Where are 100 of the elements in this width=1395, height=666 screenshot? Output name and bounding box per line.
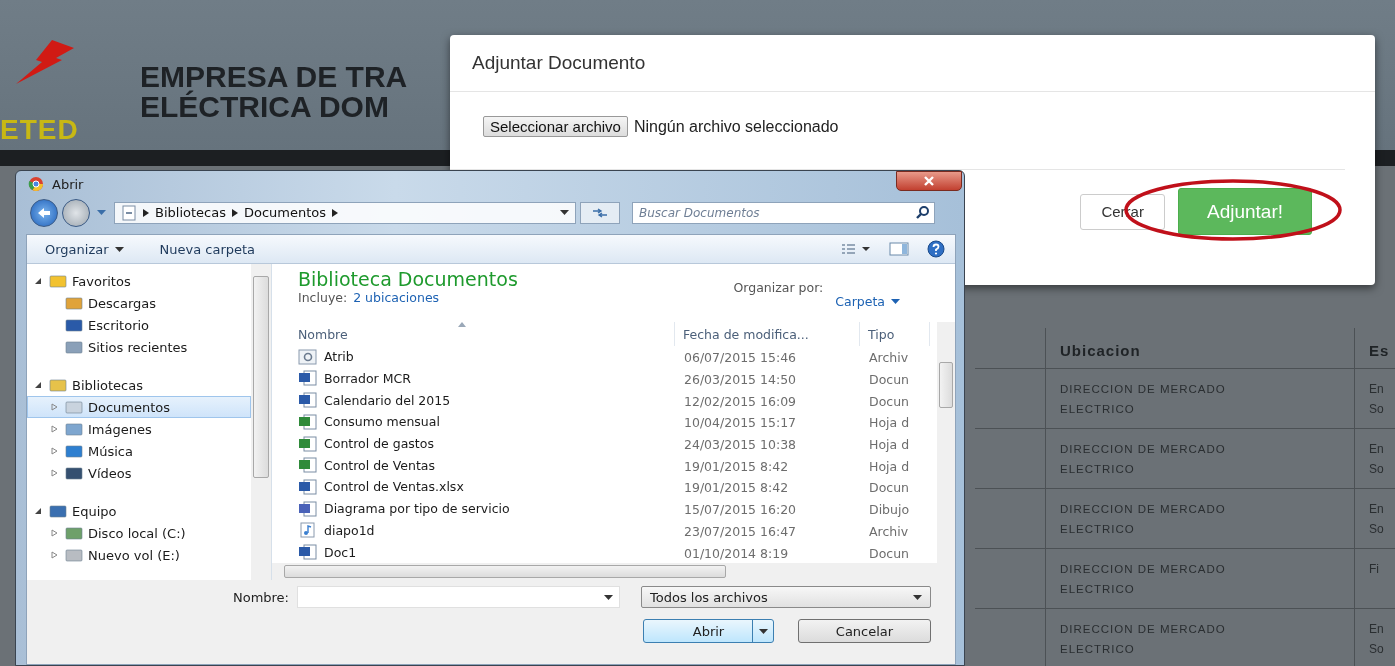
scrollbar[interactable] (937, 322, 955, 563)
file-row[interactable]: Atrib 06/07/2015 15:46 Archiv (272, 345, 937, 368)
collapsed-arrow-icon[interactable] (50, 403, 58, 411)
organize-menu-button[interactable]: Organizar (45, 241, 124, 257)
nav-item-icon (49, 274, 67, 288)
scrollbar[interactable] (251, 264, 271, 580)
expanded-arrow-icon[interactable] (34, 381, 42, 389)
open-button[interactable]: Abrir (643, 619, 774, 643)
back-arrow-icon (37, 206, 51, 219)
nav-tree-item[interactable]: Escritorio (27, 314, 251, 336)
table-cell-text: En (1369, 621, 1385, 638)
column-header[interactable]: Tipo (860, 322, 930, 346)
library-title: Biblioteca Documentos (298, 268, 518, 290)
nav-tree-item[interactable]: Nuevo vol (E:) (27, 544, 251, 566)
sort-caret-icon (458, 322, 466, 327)
table-cell-text: So (1369, 521, 1385, 538)
nav-tree-item[interactable]: Bibliotecas (27, 374, 251, 396)
file-row[interactable]: Doc1 01/10/2014 8:19 Docun (272, 541, 937, 564)
nav-tree-item[interactable]: Favoritos (27, 270, 251, 292)
collapsed-arrow-icon[interactable] (50, 551, 58, 559)
file-row[interactable]: Consumo mensual 10/04/2015 15:17 Hoja d (272, 410, 937, 433)
spreadsheet-icon (298, 435, 318, 452)
table-cell-text: So (1369, 641, 1385, 658)
search-icon (916, 205, 929, 219)
word-document-icon (298, 392, 318, 409)
file-name: Control de Ventas.xlsx (324, 479, 464, 495)
file-name: Control de gastos (324, 436, 434, 451)
table-cell-text: So (1369, 461, 1385, 478)
file-row[interactable]: diapo1d 23/07/2015 16:47 Archiv (272, 519, 937, 542)
cancel-button[interactable]: Cancelar (798, 619, 931, 643)
file-type: Docun (869, 393, 909, 409)
file-name: Consumo mensual (324, 414, 440, 430)
file-name: Doc1 (324, 544, 357, 560)
caret-icon (891, 298, 900, 304)
nav-tree-item[interactable]: Vídeos (27, 462, 251, 484)
breadcrumb-item[interactable]: Bibliotecas (155, 205, 226, 221)
refresh-button[interactable] (580, 201, 620, 224)
column-header: Ubicacion (1060, 342, 1142, 359)
nav-item-icon (65, 400, 83, 414)
locations-link[interactable]: 2 ubicaciones (353, 290, 440, 305)
logo-text: ETED (0, 114, 80, 146)
settings-file-icon (298, 348, 318, 365)
file-row[interactable]: Diagrama por tipo de servicio 15/07/2015 16:20 Dibujo (272, 497, 937, 520)
back-button[interactable] (30, 198, 58, 227)
close-icon (923, 176, 935, 186)
file-date: 12/02/2015 16:09 (684, 393, 797, 409)
collapsed-arrow-icon[interactable] (50, 529, 58, 537)
file-date: 19/01/2015 8:42 (684, 458, 789, 474)
help-icon[interactable] (927, 240, 945, 258)
file-row[interactable]: Calendario del 2015 12/02/2015 16:09 Docun (272, 389, 937, 411)
nav-tree-item[interactable]: Equipo (27, 500, 251, 522)
filename-field[interactable] (297, 586, 620, 608)
file-name: Calendario del 2015 (324, 392, 451, 408)
file-row[interactable]: Control de Ventas 19/01/2015 8:42 Hoja d (272, 454, 937, 477)
new-folder-button[interactable]: Nueva carpeta (159, 241, 256, 257)
library-icon (121, 204, 137, 221)
file-row[interactable]: Borrador MCR 26/03/2015 14:50 Docun (272, 367, 937, 390)
collapsed-arrow-icon[interactable] (50, 469, 58, 477)
preview-pane-icon[interactable] (889, 242, 909, 256)
nav-tree-item[interactable]: Música (27, 440, 251, 462)
column-header[interactable]: Fecha de modifica... (675, 322, 860, 346)
address-bar[interactable]: Bibliotecas Documentos (114, 201, 576, 224)
forward-button[interactable] (62, 198, 90, 227)
nav-tree-item[interactable]: Documentos (27, 396, 251, 418)
file-row[interactable]: Control de Ventas.xlsx 19/01/2015 8:42 Docun (272, 476, 937, 498)
nav-tree-item[interactable]: Sitios recientes (27, 336, 251, 358)
breadcrumb-item[interactable]: Documentos (243, 205, 327, 221)
view-options-icon[interactable] (841, 243, 871, 255)
close-button[interactable] (896, 171, 962, 191)
browser-app-icon (28, 176, 44, 193)
file-name: Diagrama por tipo de servicio (324, 501, 510, 517)
file-type: Archiv (869, 523, 909, 539)
caret-icon (114, 246, 124, 252)
collapsed-arrow-icon[interactable] (50, 425, 58, 433)
nav-tree-item[interactable]: Imágenes (27, 418, 251, 440)
nav-tree-item[interactable]: Disco local (C:) (27, 522, 251, 544)
table-cell-text: En (1369, 501, 1385, 518)
expanded-arrow-icon[interactable] (34, 277, 42, 285)
table-cell-text: Fi (1369, 561, 1380, 578)
nav-item-icon (65, 340, 83, 354)
nav-tree-item[interactable]: Descargas (27, 292, 251, 314)
nav-item-icon (49, 378, 67, 392)
file-row[interactable]: Control de gastos 24/03/2015 10:38 Hoja d (272, 432, 937, 455)
arrange-by-dropdown[interactable]: Carpeta (835, 280, 900, 322)
choose-file-button[interactable]: Seleccionar archivo (483, 116, 628, 137)
word-document-icon (298, 370, 318, 387)
file-name: Control de Ventas (324, 457, 436, 473)
word-document-icon (298, 478, 318, 495)
dropdown-caret-icon (560, 210, 569, 216)
horizontal-scrollbar[interactable] (272, 563, 955, 580)
dialog-title: Abrir (52, 176, 84, 192)
expanded-arrow-icon[interactable] (34, 507, 42, 515)
file-date: 01/10/2014 8:19 (684, 545, 789, 561)
word-document-icon (298, 544, 318, 561)
search-field[interactable]: Buscar Documentos (632, 201, 935, 224)
table-cell-text: DIRECCION DE MERCADO ELECTRICO (1060, 442, 1227, 477)
file-type-dropdown[interactable]: Todos los archivos (641, 586, 931, 608)
collapsed-arrow-icon[interactable] (50, 447, 58, 455)
table-cell-text: DIRECCION DE MERCADO ELECTRICO (1060, 622, 1227, 657)
table-cell-text: So (1369, 401, 1385, 418)
